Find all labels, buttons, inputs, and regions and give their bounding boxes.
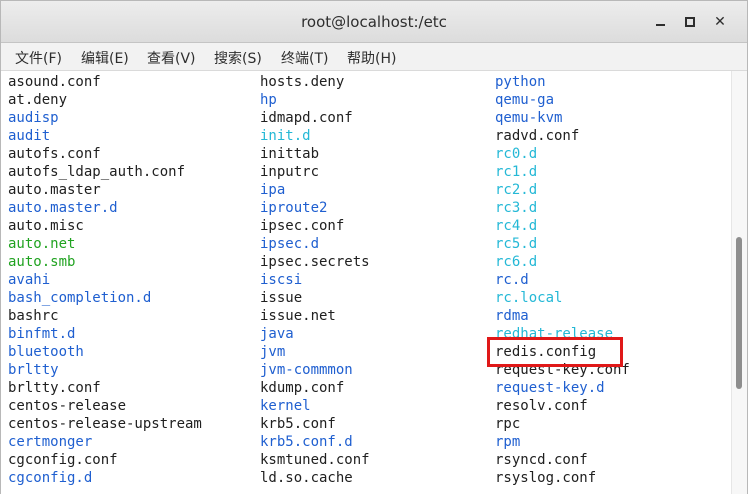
menu-edit[interactable]: 编辑(E) [81, 48, 129, 68]
file-entry: rpc [495, 416, 521, 432]
file-entry: request-key.d [495, 380, 605, 396]
terminal-output[interactable]: asound.conf at.deny audisp audit autofs.conf… [1, 71, 731, 494]
vertical-scrollbar[interactable] [731, 71, 747, 494]
file-entry: hp [260, 92, 277, 108]
close-icon: ✕ [714, 14, 726, 30]
file-entry: hosts.deny [260, 74, 345, 90]
file-entry: auto.smb [8, 254, 76, 270]
file-entry: rc6.d [495, 254, 538, 270]
file-entry: inputrc [260, 164, 320, 180]
file-entry: certmonger [8, 434, 93, 450]
terminal-window: root@localhost:/etc ✕ 文件(F) 编辑(E) 查看(V) … [0, 0, 748, 494]
maximize-button[interactable] [681, 13, 699, 31]
file-entry: rc2.d [495, 182, 538, 198]
file-entry: kdump.conf [260, 380, 345, 396]
file-entry: cgconfig.conf [8, 452, 118, 468]
scroll-thumb[interactable] [736, 237, 742, 389]
file-entry: jvm [260, 344, 286, 360]
file-entry: python [495, 74, 546, 90]
file-entry: jvm-commmon [260, 362, 353, 378]
file-entry: rc0.d [495, 146, 538, 162]
file-entry: auto.net [8, 236, 76, 252]
file-entry: qemu-kvm [495, 110, 563, 126]
minimize-icon [656, 24, 665, 26]
minimize-button[interactable] [652, 13, 670, 31]
menu-bar: 文件(F) 编辑(E) 查看(V) 搜索(S) 终端(T) 帮助(H) [1, 43, 747, 71]
file-entry: ipsec.d [260, 236, 320, 252]
file-entry: java [260, 326, 294, 342]
file-entry: rc5.d [495, 236, 538, 252]
file-entry: rc3.d [495, 200, 538, 216]
file-entry: auto.master [8, 182, 101, 198]
title-bar[interactable]: root@localhost:/etc ✕ [1, 1, 747, 43]
file-entry: kernel [260, 398, 311, 414]
file-entry: krb5.conf [260, 416, 336, 432]
file-entry: idmapd.conf [260, 110, 353, 126]
file-entry: avahi [8, 272, 51, 288]
file-entry: centos-release [8, 398, 127, 414]
file-entry: audisp [8, 110, 59, 126]
close-button[interactable]: ✕ [711, 13, 729, 31]
file-entry: rsyncd.conf [495, 452, 588, 468]
file-entry: at.deny [8, 92, 68, 108]
menu-terminal[interactable]: 终端(T) [281, 48, 328, 68]
maximize-icon [685, 17, 695, 27]
window-title: root@localhost:/etc [301, 13, 447, 31]
file-entry: issue [260, 290, 303, 306]
file-entry: rpm [495, 434, 521, 450]
file-entry: resolv.conf [495, 398, 588, 414]
file-entry: binfmt.d [8, 326, 76, 342]
file-entry: cgconfig.d [8, 470, 93, 486]
file-entry: qemu-ga [495, 92, 555, 108]
file-entry: centos-release-upstream [8, 416, 202, 432]
file-entry: bluetooth [8, 344, 84, 360]
file-entry: autofs.conf [8, 146, 101, 162]
file-entry: autofs_ldap_auth.conf [8, 164, 186, 180]
file-entry: ksmtuned.conf [260, 452, 370, 468]
file-entry: auto.master.d [8, 200, 118, 216]
file-entry: asound.conf [8, 74, 101, 90]
file-entry: init.d [260, 128, 311, 144]
file-entry: rc.local [495, 290, 563, 306]
file-entry: issue.net [260, 308, 336, 324]
file-entry: audit [8, 128, 51, 144]
menu-search[interactable]: 搜索(S) [214, 48, 262, 68]
file-entry: rc1.d [495, 164, 538, 180]
menu-file[interactable]: 文件(F) [15, 48, 62, 68]
file-entry: rdma [495, 308, 529, 324]
file-entry: ipa [260, 182, 286, 198]
file-entry: brltty [8, 362, 59, 378]
file-entry: rsyslog.conf [495, 470, 597, 486]
file-entry: iproute2 [260, 200, 328, 216]
file-entry: bashrc [8, 308, 59, 324]
menu-view[interactable]: 查看(V) [147, 48, 196, 68]
file-entry: rc.d [495, 272, 529, 288]
file-entry: rc4.d [495, 218, 538, 234]
file-entry: inittab [260, 146, 320, 162]
file-entry: ipsec.secrets [260, 254, 370, 270]
highlight-box [487, 337, 623, 367]
menu-help[interactable]: 帮助(H) [347, 48, 396, 68]
file-entry: bash_completion.d [8, 290, 152, 306]
file-entry: ipsec.conf [260, 218, 345, 234]
file-entry: krb5.conf.d [260, 434, 353, 450]
file-entry: ld.so.cache [260, 470, 353, 486]
file-entry: brltty.conf [8, 380, 101, 396]
file-entry: iscsi [260, 272, 303, 288]
file-entry: radvd.conf [495, 128, 580, 144]
file-entry: auto.misc [8, 218, 84, 234]
